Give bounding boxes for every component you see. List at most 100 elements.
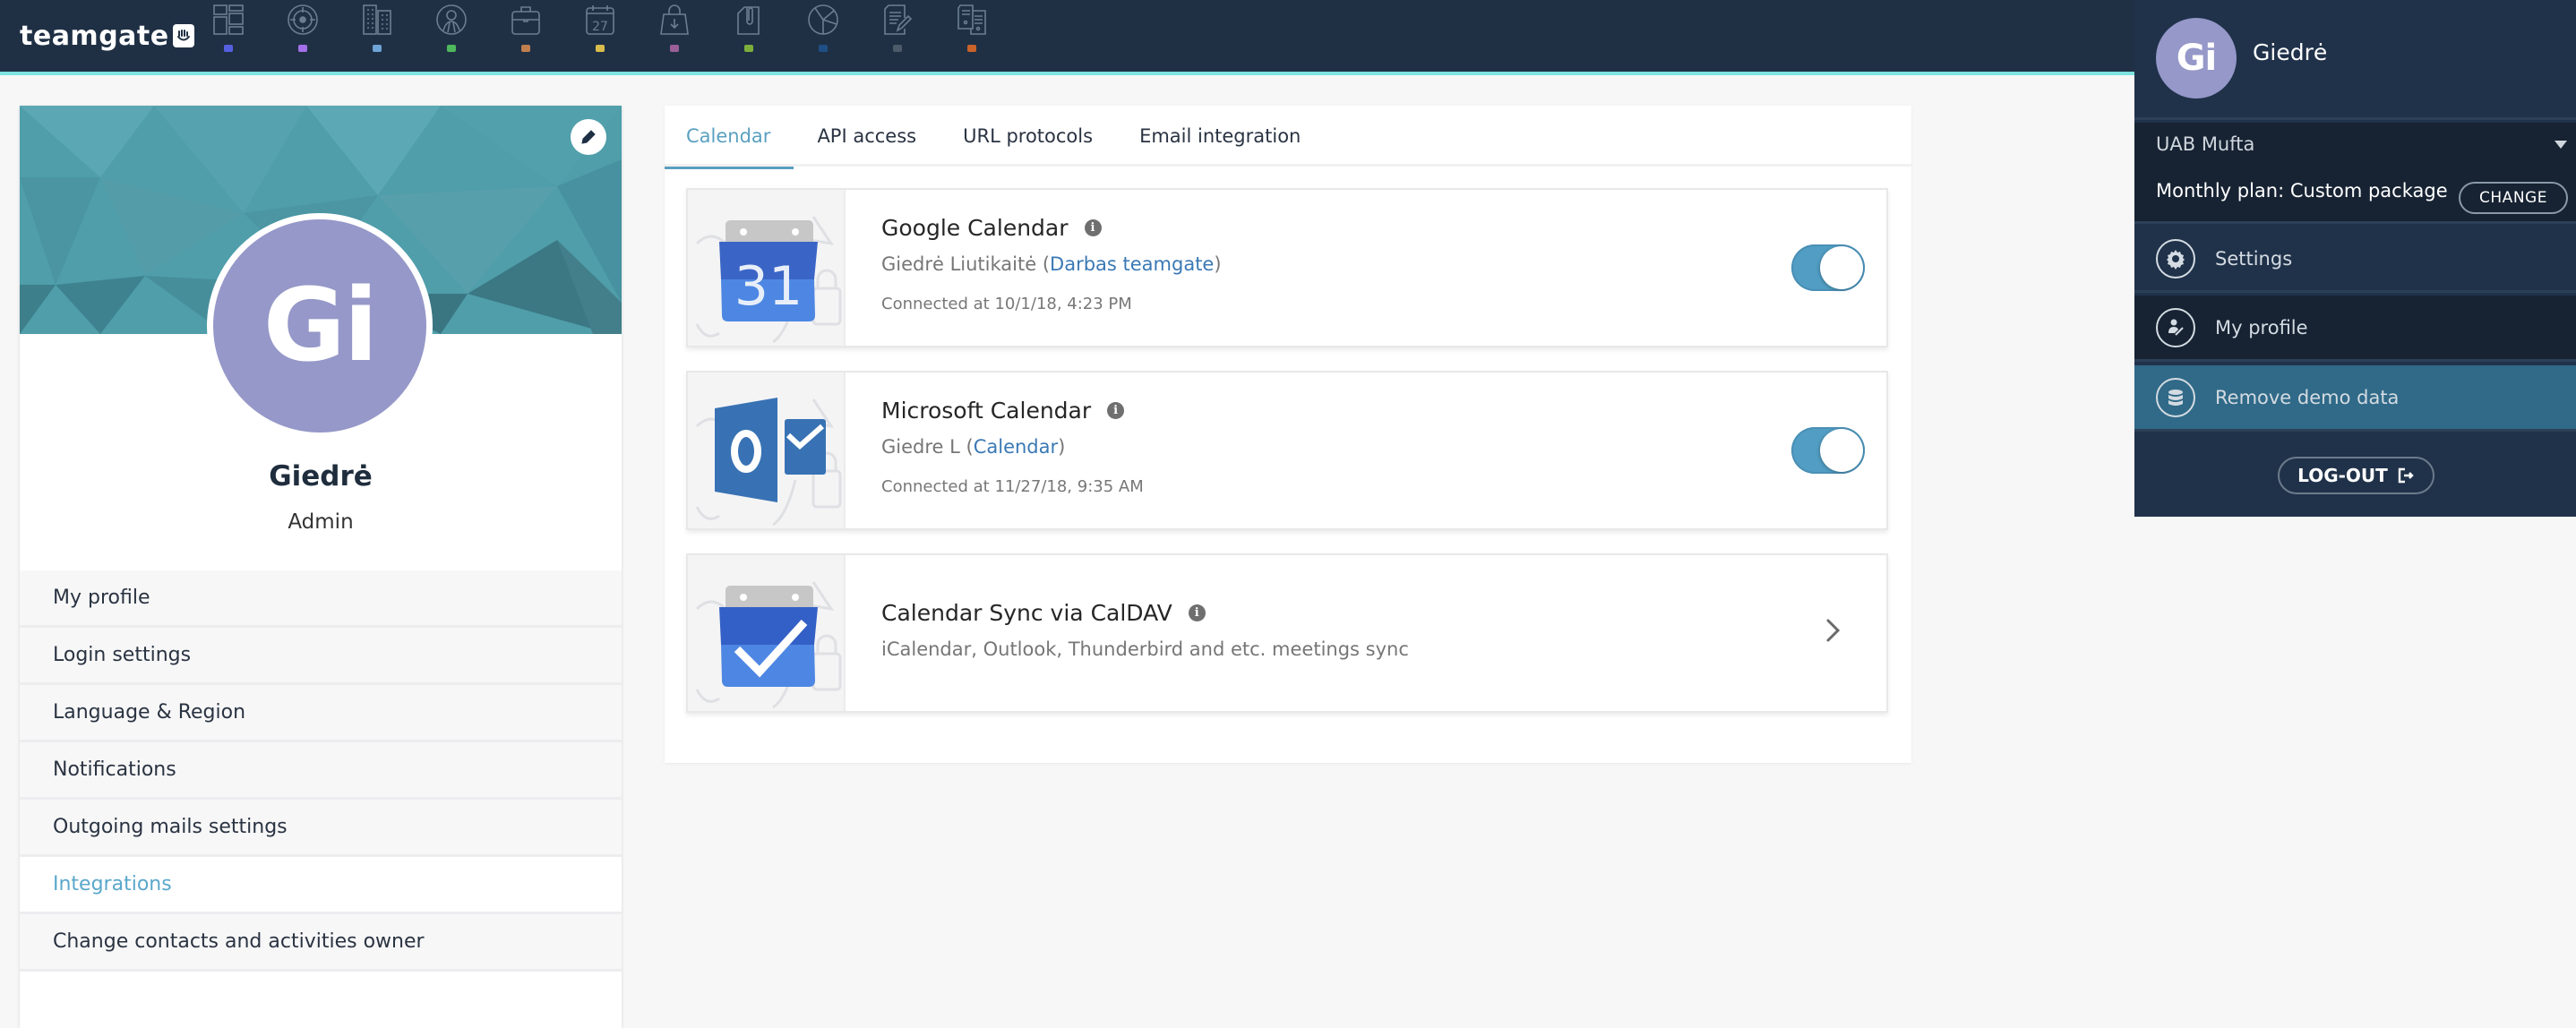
note-edit-icon bbox=[884, 4, 913, 35]
nav-dot bbox=[596, 45, 605, 52]
buildings-icon bbox=[363, 4, 391, 35]
chevron-right-icon[interactable] bbox=[1825, 618, 1842, 643]
teamgate-logo[interactable]: teamgate bbox=[20, 18, 194, 54]
menu-item-my-profile[interactable]: My profile bbox=[20, 570, 622, 628]
tab-url-protocols[interactable]: URL protocols bbox=[940, 106, 1116, 167]
database-icon bbox=[2156, 377, 2195, 417]
tab-calendar[interactable]: Calendar bbox=[665, 106, 794, 169]
logout-icon bbox=[2398, 467, 2414, 484]
menu-item-language-region[interactable]: Language & Region bbox=[20, 685, 622, 742]
company-selector[interactable]: UAB Mufta bbox=[2156, 133, 2254, 155]
integration-title-row: Calendar Sync via CalDAV i bbox=[881, 600, 1779, 626]
gear-icon bbox=[2156, 238, 2195, 278]
toggle-knob bbox=[1820, 429, 1863, 472]
nav-documents[interactable] bbox=[722, 0, 776, 64]
integration-tabs: Calendar API access URL protocols Email … bbox=[665, 106, 1911, 169]
nav-dot bbox=[447, 45, 456, 52]
integration-thumbnail bbox=[688, 373, 846, 528]
info-icon[interactable]: i bbox=[1188, 604, 1206, 621]
profile-edit-icon bbox=[2156, 307, 2195, 347]
user-avatar: Gi bbox=[2156, 18, 2237, 99]
change-plan-button[interactable]: CHANGE bbox=[2459, 182, 2568, 214]
info-icon[interactable]: i bbox=[1084, 219, 1102, 236]
profile-card: Gi Giedrė Admin My profile Login setting… bbox=[20, 106, 622, 1028]
user-dropdown-panel: Gi Giedrė UAB Mufta Monthly plan: Custom… bbox=[2134, 0, 2576, 517]
nav-notes[interactable] bbox=[871, 0, 924, 64]
briefcase-icon bbox=[511, 6, 540, 35]
nav-dot bbox=[819, 45, 828, 52]
company-section: UAB Mufta Monthly plan: Custom package C… bbox=[2134, 123, 2576, 224]
logout-button[interactable]: LOG-OUT bbox=[2278, 457, 2434, 494]
calendar-icon: 27 bbox=[586, 5, 614, 35]
microsoft-calendar-card: Microsoft Calendar i Giedre L (Calendar)… bbox=[686, 371, 1888, 530]
invoices-icon bbox=[957, 4, 986, 35]
integration-thumbnail: 31 bbox=[688, 190, 846, 346]
menu-item-change-owner[interactable]: Change contacts and activities owner bbox=[20, 914, 622, 972]
integration-title: Google Calendar bbox=[881, 215, 1069, 241]
nav-dashboard[interactable] bbox=[202, 0, 255, 64]
nav-invoices[interactable] bbox=[945, 0, 999, 64]
nav-dot bbox=[373, 45, 382, 52]
menu-item-notifications[interactable]: Notifications bbox=[20, 742, 622, 800]
user-menu-my-profile[interactable]: My profile bbox=[2134, 296, 2576, 362]
integration-thumbnail bbox=[688, 555, 846, 711]
integration-account: Giedrė Liutikaitė (Darbas teamgate) bbox=[881, 253, 1222, 275]
menu-item-login-settings[interactable]: Login settings bbox=[20, 628, 622, 685]
avatar-initials: Gi bbox=[2176, 38, 2218, 79]
integration-title: Calendar Sync via CalDAV bbox=[881, 600, 1172, 626]
integration-title-row: Google Calendar i bbox=[881, 215, 1779, 241]
user-menu-settings[interactable]: Settings bbox=[2134, 227, 2576, 293]
integration-details: Calendar Sync via CalDAV i iCalendar, Ou… bbox=[881, 555, 1779, 711]
menu-label: Settings bbox=[2215, 247, 2293, 270]
nav-reports[interactable] bbox=[796, 0, 850, 64]
caldav-calendar-check-icon bbox=[695, 581, 842, 709]
logout-label: LOG-OUT bbox=[2297, 465, 2388, 486]
menu-item-outgoing-mails[interactable]: Outgoing mails settings bbox=[20, 800, 622, 857]
nav-deals[interactable] bbox=[499, 0, 553, 64]
user-menu-remove-demo-data[interactable]: Remove demo data bbox=[2134, 365, 2576, 432]
nav-leads[interactable] bbox=[276, 0, 330, 64]
menu-item-integrations[interactable]: Integrations bbox=[20, 857, 622, 914]
nav-dot bbox=[521, 45, 530, 52]
menu-label: Remove demo data bbox=[2215, 386, 2400, 408]
caret-down-icon[interactable] bbox=[2555, 141, 2567, 149]
nav-dot bbox=[224, 45, 233, 52]
nav-sales[interactable] bbox=[648, 0, 701, 64]
info-icon[interactable]: i bbox=[1107, 402, 1125, 419]
google-calendar-card: 31 Google Calendar i Giedrė Liutikaitė (… bbox=[686, 188, 1888, 347]
account-name: Giedre L bbox=[881, 436, 960, 458]
profile-role: Admin bbox=[288, 510, 354, 534]
microsoft-calendar-toggle[interactable] bbox=[1791, 427, 1865, 474]
nav-accent-line bbox=[0, 72, 2134, 75]
pie-chart-icon bbox=[808, 4, 838, 35]
caldav-sync-card[interactable]: Calendar Sync via CalDAV i iCalendar, Ou… bbox=[686, 553, 1888, 713]
integration-title: Microsoft Calendar bbox=[881, 398, 1092, 424]
account-name: Giedrė Liutikaitė bbox=[881, 253, 1037, 275]
pencil-icon bbox=[581, 130, 596, 144]
tab-api-access[interactable]: API access bbox=[794, 106, 940, 167]
connected-timestamp: Connected at 10/1/18, 4:23 PM bbox=[881, 295, 1132, 313]
calendar-link[interactable]: Darbas teamgate bbox=[1050, 253, 1214, 275]
svg-text:31: 31 bbox=[734, 255, 803, 318]
shopping-bag-icon bbox=[660, 4, 689, 35]
dashboard-icon bbox=[213, 4, 244, 35]
edit-profile-button[interactable] bbox=[571, 119, 606, 155]
google-calendar-icon: 31 bbox=[695, 216, 842, 344]
user-panel-header: Gi Giedrė bbox=[2134, 0, 2576, 120]
svg-text:27: 27 bbox=[592, 20, 608, 34]
nav-dot bbox=[967, 45, 976, 52]
nav-dot bbox=[744, 45, 753, 52]
nav-companies[interactable] bbox=[350, 0, 404, 64]
nav-calendar[interactable]: 27 bbox=[573, 0, 627, 64]
nav-dot bbox=[670, 45, 679, 52]
hand-logo-icon bbox=[172, 24, 194, 47]
google-calendar-toggle[interactable] bbox=[1791, 244, 1865, 291]
calendar-link[interactable]: Calendar bbox=[974, 436, 1058, 458]
tab-email-integration[interactable]: Email integration bbox=[1116, 106, 1324, 167]
paperclip-file-icon bbox=[737, 6, 760, 35]
person-icon bbox=[436, 4, 467, 35]
user-name: Giedrė bbox=[2253, 39, 2328, 65]
nav-people[interactable] bbox=[425, 0, 478, 64]
integration-description: iCalendar, Outlook, Thunderbird and etc.… bbox=[881, 638, 1409, 660]
profile-settings-menu: My profile Login settings Language & Reg… bbox=[20, 570, 622, 972]
